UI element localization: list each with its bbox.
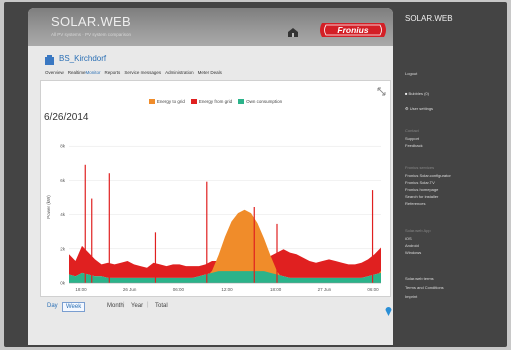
chart-date: 6/26/2014	[44, 112, 89, 123]
period-tab-total[interactable]: Total	[152, 302, 171, 310]
x-tick-label: 27 Jun	[318, 287, 332, 292]
fronius-service-link-label: Search for installer	[405, 194, 439, 199]
y-tick-label: 0k	[60, 281, 66, 286]
y-tick-label: 8k	[60, 144, 66, 149]
location-pin-icon[interactable]	[385, 306, 392, 316]
expand-icon[interactable]	[377, 87, 386, 96]
y-axis-label: Power (kW)	[46, 195, 51, 219]
nav-item-overview[interactable]: Overview	[45, 70, 64, 75]
x-tick-label: 26 Jun	[123, 287, 137, 292]
nav-item-reports[interactable]: Reports	[105, 70, 121, 75]
contact-heading: Contact	[405, 128, 419, 133]
nav-item-service-messages[interactable]: Service messages	[124, 70, 161, 75]
fronius-service-link[interactable]: References	[405, 201, 425, 206]
contact-heading-label: Contact	[405, 128, 419, 133]
fronius-service-link[interactable]: Fronius Solar.configurator	[405, 173, 451, 178]
fronius-service-link-label: Fronius homepage	[405, 187, 439, 192]
energy-chart: 8k 6k 4k 2k 0k Power (kW) 18:00 26 Jun 06:00 12:0…	[46, 144, 381, 292]
logout-link[interactable]: Logout	[405, 71, 417, 76]
nav-item-monitor[interactable]: Monitor	[86, 70, 101, 75]
nav-item-meter-deals[interactable]: Meter Deals	[198, 70, 222, 75]
app-link[interactable]: Android	[405, 243, 419, 248]
bubbles-link-label: Bubbles (0)	[408, 91, 429, 96]
nav-item-administration[interactable]: Administration	[165, 70, 194, 75]
fronius-logo: Fronius	[320, 23, 386, 37]
app-link-label: Windows	[405, 250, 422, 255]
header: SOLAR.WEB All PV systems · PV system com…	[28, 8, 393, 46]
user-settings-link-label: User settings	[409, 106, 434, 111]
period-separator: |	[123, 302, 125, 308]
legend-item[interactable]: Energy from grid	[190, 99, 233, 105]
x-tick-label: 12:00	[221, 287, 233, 292]
main-nav: Overview RealtimeMonitor Reports Service me…	[45, 70, 226, 75]
period-tab-year[interactable]: Year	[128, 302, 146, 310]
apps-heading-label: Solar.web App	[405, 228, 431, 233]
legend-label: Energy from grid	[198, 99, 233, 104]
app-link-label: iOS	[405, 236, 412, 241]
nav-item-realtime[interactable]: Realtime	[68, 70, 86, 75]
fronius-service-link[interactable]: Fronius Solar.TV	[405, 180, 435, 185]
user-settings-link[interactable]: ⚙ User settings	[405, 106, 433, 111]
apps-heading: Solar.web App	[405, 228, 431, 233]
period-separator: |	[147, 302, 149, 308]
site-name[interactable]: BS_Kirchdorf	[59, 54, 106, 63]
contact-link-label: Feedback	[405, 143, 423, 148]
chart-panel: Energy to grid Energy from grid Own consum…	[40, 80, 391, 297]
fronius-service-link-label: References	[405, 201, 426, 206]
fronius-service-link-label: Fronius Solar.configurator	[405, 173, 451, 178]
bubbles-link[interactable]: ■ Bubbles (0)	[405, 91, 429, 96]
legend-label: Energy to grid	[156, 99, 185, 104]
contact-link[interactable]: Feedback	[405, 143, 423, 148]
footer-link[interactable]: Terms and Conditions	[405, 285, 444, 290]
app-link[interactable]: Windows	[405, 250, 421, 255]
footer-link-label: Solar.web terms	[405, 276, 434, 281]
brand-title[interactable]: SOLAR.WEB	[51, 14, 131, 29]
legend-label: Own consumption	[246, 99, 283, 104]
y-tick-label: 4k	[60, 212, 66, 217]
y-tick-label: 2k	[60, 246, 66, 251]
main-panel: SOLAR.WEB All PV systems · PV system com…	[28, 8, 393, 345]
footer-link[interactable]: Imprint	[405, 294, 417, 299]
svg-text:Fronius: Fronius	[337, 25, 368, 35]
legend-swatch	[148, 99, 155, 105]
site-icon	[45, 55, 54, 65]
brand-subtitle[interactable]: All PV systems · PV system comparison	[51, 32, 131, 37]
legend-item[interactable]: Own consumption	[238, 99, 283, 105]
legend-swatch	[238, 99, 245, 105]
period-tab-week[interactable]: Week	[62, 302, 86, 312]
sidebar-title: SOLAR.WEB	[405, 14, 453, 23]
chart-legend: Energy to grid Energy from grid Own consum…	[41, 99, 390, 105]
logout-link-label: Logout	[405, 71, 418, 76]
footer-link-label: Terms and Conditions	[405, 285, 444, 290]
app-link-label: Android	[405, 243, 419, 248]
fronius-services-heading-label: Fronius services	[405, 165, 435, 170]
home-icon[interactable]	[287, 27, 299, 38]
legend-item[interactable]: Energy to grid	[148, 99, 185, 105]
contact-link[interactable]: Support	[405, 136, 419, 141]
footer-link[interactable]: Solar.web terms	[405, 276, 434, 281]
fronius-service-link-label: Fronius Solar.TV	[405, 180, 435, 185]
x-tick-label: 06:00	[367, 287, 379, 292]
contact-link-label: Support	[405, 136, 420, 141]
footer-link-label: Imprint	[405, 294, 418, 299]
x-tick-label: 06:00	[173, 287, 185, 292]
fronius-service-link[interactable]: Fronius homepage	[405, 187, 438, 192]
x-tick-label: 18:00	[270, 287, 282, 292]
period-tab-day[interactable]: Day	[44, 302, 61, 310]
period-tabs: Day Week Month | Year | Total	[40, 298, 389, 318]
legend-swatch	[190, 99, 197, 105]
fronius-services-heading: Fronius services	[405, 165, 434, 170]
app-link[interactable]: iOS	[405, 236, 412, 241]
fronius-service-link[interactable]: Search for installer	[405, 194, 438, 199]
x-tick-label: 18:00	[75, 287, 87, 292]
y-tick-label: 6k	[60, 178, 66, 183]
